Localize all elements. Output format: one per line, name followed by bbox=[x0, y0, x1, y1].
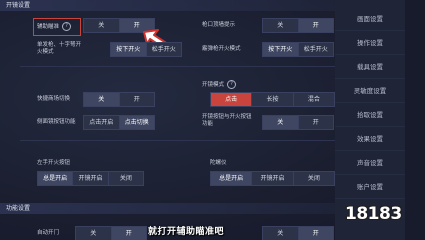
sidebar-item-sensitivity[interactable]: 灵敏度设置 bbox=[335, 80, 405, 103]
sidebar-item-sound[interactable]: 声音设置 bbox=[335, 152, 405, 175]
help-icon[interactable]: ? bbox=[227, 80, 237, 89]
scope-mode-mixed[interactable]: 混合 bbox=[294, 93, 334, 106]
muzzle-hint-label: 枪口顶墙提示 bbox=[202, 22, 236, 28]
peek-scope-tap-open[interactable]: 点击开启 bbox=[84, 116, 120, 129]
single-shot-press[interactable]: 按下开火 bbox=[111, 43, 147, 56]
auto-door-label: 自动开门 bbox=[37, 230, 60, 236]
section-header-function: 功能设置 bbox=[0, 203, 336, 214]
shotgun-fire-label: 霰弹枪开火模式 bbox=[202, 46, 241, 52]
left-fire-scoped[interactable]: 开镜开启 bbox=[73, 172, 109, 185]
watermark-logo: 18183 bbox=[345, 204, 402, 224]
divider bbox=[20, 140, 335, 141]
quick-swap-on[interactable]: 开 bbox=[120, 93, 155, 106]
gyro-label: 陀螺仪 bbox=[210, 160, 227, 166]
single-shot-toggle[interactable]: 按下开火 松手开火 bbox=[110, 42, 182, 57]
section-title: 功能设置 bbox=[6, 205, 31, 212]
muzzle-hint-off[interactable]: 关 bbox=[263, 19, 299, 32]
help-icon[interactable]: ? bbox=[62, 22, 72, 31]
peek-scope-toggle[interactable]: 点击开启 点击切换 bbox=[83, 115, 155, 130]
quick-swap-label: 快捷商场切换 bbox=[37, 96, 71, 102]
auto-door-on[interactable]: 开 bbox=[111, 227, 146, 240]
sidebar-item-vehicle[interactable]: 载具设置 bbox=[335, 56, 405, 79]
sidebar-item-pickup[interactable]: 拾取设置 bbox=[335, 104, 405, 127]
divider bbox=[20, 66, 335, 67]
muzzle-hint-on[interactable]: 开 bbox=[298, 19, 333, 32]
sidebar-item-display[interactable]: 画面设置 bbox=[335, 8, 405, 31]
shotgun-fire-press[interactable]: 按下开火 bbox=[263, 43, 299, 56]
video-caption: 就打开辅助瞄准吧 bbox=[148, 227, 225, 237]
left-fire-selector[interactable]: 总是开启 开镜开启 关闭 bbox=[37, 171, 144, 186]
edge-strip bbox=[405, 0, 425, 240]
aim-assist-off[interactable]: 关 bbox=[84, 19, 120, 32]
auto-door-toggle[interactable]: 关 开 bbox=[75, 226, 147, 240]
scope-mode-label-text: 开镜模式 bbox=[202, 82, 225, 88]
single-shot-release[interactable]: 松手开火 bbox=[147, 43, 182, 56]
peek-scope-tap-switch[interactable]: 点击切换 bbox=[119, 116, 154, 129]
scope-button-off[interactable]: 关 bbox=[263, 116, 299, 129]
scope-button-label: 开镜按钮与开火按钮功能 bbox=[202, 114, 252, 127]
scope-button-on[interactable]: 开 bbox=[299, 116, 334, 129]
single-shot-label: 单发枪、十字弩开火模式 bbox=[37, 42, 82, 55]
scope-mode-label: 开镜模式? bbox=[202, 80, 237, 89]
auto-door-off[interactable]: 关 bbox=[76, 227, 112, 240]
gyro-scoped[interactable]: 开镜开启 bbox=[252, 172, 294, 185]
sidebar-item-controls[interactable]: 操作设置 bbox=[335, 32, 405, 55]
extra-toggle[interactable]: 关 开 bbox=[262, 226, 334, 240]
quick-swap-toggle[interactable]: 关 开 bbox=[83, 92, 155, 107]
sidebar-item-account[interactable]: 账户设置 bbox=[335, 176, 405, 199]
muzzle-hint-toggle[interactable]: 关 开 bbox=[262, 18, 334, 33]
left-fire-label: 左手开火按钮 bbox=[37, 160, 71, 166]
peek-scope-label: 侧面镜按钮功能 bbox=[37, 119, 76, 125]
gyro-always[interactable]: 总是开启 bbox=[211, 172, 253, 185]
scope-mode-selector[interactable]: 点击 长按 混合 bbox=[210, 92, 335, 107]
gyro-off[interactable]: 关闭 bbox=[294, 172, 334, 185]
scope-mode-tap[interactable]: 点击 bbox=[211, 93, 253, 106]
scope-mode-hold[interactable]: 长按 bbox=[252, 93, 294, 106]
extra-off[interactable]: 关 bbox=[263, 227, 299, 240]
shotgun-fire-release[interactable]: 松手开火 bbox=[299, 43, 334, 56]
aim-assist-label-text: 辅助瞄准 bbox=[37, 24, 60, 30]
gyro-selector[interactable]: 总是开启 开镜开启 关闭 bbox=[210, 171, 335, 186]
left-fire-always[interactable]: 总是开启 bbox=[38, 172, 74, 185]
scope-button-toggle[interactable]: 关 开 bbox=[262, 115, 334, 130]
quick-swap-off[interactable]: 关 bbox=[84, 93, 120, 106]
shotgun-fire-toggle[interactable]: 按下开火 松手开火 bbox=[262, 42, 334, 57]
section-title: 开镜设置 bbox=[6, 2, 31, 9]
aim-assist-label: 辅助瞄准? bbox=[37, 22, 72, 31]
sidebar-item-effects[interactable]: 效果设置 bbox=[335, 128, 405, 151]
left-fire-off[interactable]: 关闭 bbox=[109, 172, 143, 185]
extra-on[interactable]: 开 bbox=[298, 227, 333, 240]
settings-screen: 开镜设置 辅助瞄准? 关 开 枪口顶墙提示 关 开 单发枪、十字弩开火模式 按下… bbox=[0, 0, 425, 240]
section-header-fire: 开镜设置 bbox=[0, 0, 336, 11]
